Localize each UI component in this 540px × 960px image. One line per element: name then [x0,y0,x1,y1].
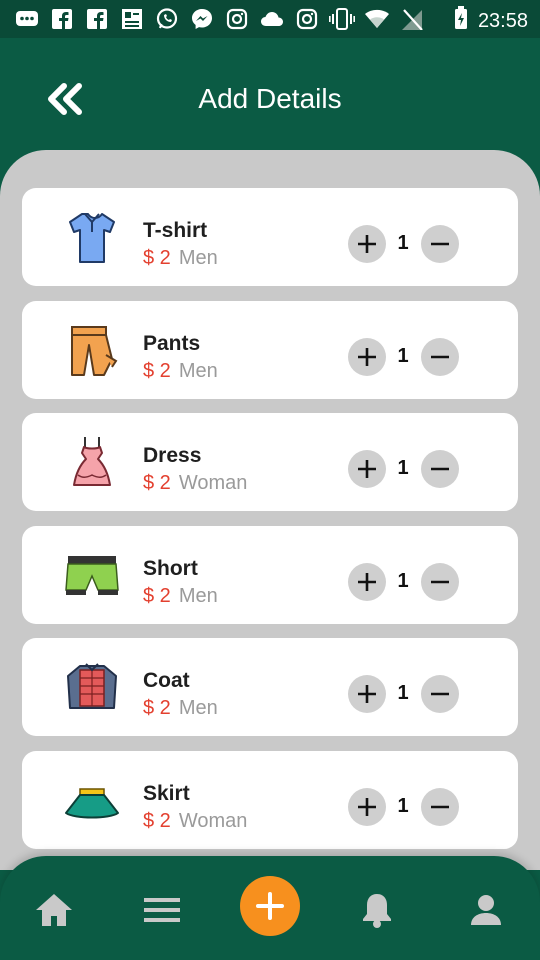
list-item: Skirt $ 2 Woman 1 [22,751,518,849]
item-gender: Woman [178,810,248,832]
plus-icon [358,798,376,816]
plus-icon [358,573,376,591]
increase-button[interactable] [348,563,386,601]
item-price: $ 2 [143,810,171,832]
quantity-value: 1 [397,232,409,254]
facebook-icon [84,7,110,31]
item-name: Dress [143,444,202,467]
item-name: Coat [143,669,190,692]
home-icon [36,894,72,926]
decrease-button[interactable] [421,450,459,488]
status-time: 23:58 [477,9,528,32]
increase-button[interactable] [348,225,386,263]
list-item: Pants $ 2 Men 1 [22,301,518,399]
nav-notifications[interactable] [357,890,397,930]
item-price: $ 2 [143,472,171,494]
decrease-button[interactable] [421,225,459,263]
item-meta: $ 2 Men [143,585,218,608]
pants-icon [62,323,122,379]
minus-icon [431,242,449,246]
item-name: Skirt [143,782,190,805]
profile-icon [471,895,501,925]
plus-icon [358,235,376,253]
decrease-button[interactable] [421,338,459,376]
plus-icon [358,348,376,366]
item-meta: $ 2 Woman [143,472,247,495]
minus-icon [431,580,449,584]
battery-icon [454,6,468,36]
item-price: $ 2 [143,247,171,269]
minus-icon [431,692,449,696]
notification-icons [14,7,425,31]
item-list-panel: T-shirt $ 2 Men 1 Pants $ 2 Men 1 Dress [0,150,540,870]
item-gender: Men [178,697,218,719]
status-bar: 23:58 [0,0,540,38]
news-icon [119,7,145,31]
item-gender: Men [178,360,218,382]
nav-menu[interactable] [142,890,182,930]
header: Add Details [0,38,540,150]
list-item: Dress $ 2 Woman 1 [22,413,518,511]
minus-icon [431,467,449,471]
add-button[interactable] [240,876,300,936]
item-meta: $ 2 Woman [143,810,247,833]
increase-button[interactable] [348,788,386,826]
quantity-value: 1 [397,795,409,817]
nav-profile[interactable] [466,890,506,930]
instagram-icon [294,7,320,31]
facebook-icon [49,7,75,31]
decrease-button[interactable] [421,675,459,713]
wifi-icon [364,7,390,31]
item-price: $ 2 [143,360,171,382]
cloud-icon [259,7,285,31]
item-name: Short [143,557,198,580]
quantity-value: 1 [397,682,409,704]
coat-icon [62,660,122,716]
skirt-icon [62,773,122,829]
message-icon [14,7,40,31]
minus-icon [431,805,449,809]
dress-icon [62,435,122,491]
item-meta: $ 2 Men [143,360,218,383]
increase-button[interactable] [348,450,386,488]
item-price: $ 2 [143,697,171,719]
item-price: $ 2 [143,585,171,607]
item-gender: Men [178,247,218,269]
decrease-button[interactable] [421,788,459,826]
item-gender: Men [178,585,218,607]
plus-icon [358,685,376,703]
whatsapp-icon [154,7,180,31]
add-icon [256,892,284,920]
item-gender: Woman [178,472,248,494]
list-item: Short $ 2 Men 1 [22,526,518,624]
item-name: Pants [143,332,201,355]
messenger-icon [189,7,215,31]
bell-icon [363,894,391,928]
increase-button[interactable] [348,338,386,376]
vibrate-icon [329,7,355,31]
item-name: T-shirt [143,219,208,242]
shorts-icon [62,548,122,604]
nav-home[interactable] [34,890,74,930]
list-item: T-shirt $ 2 Men 1 [22,188,518,286]
quantity-value: 1 [397,345,409,367]
page-title: Add Details [198,83,342,114]
plus-icon [358,460,376,478]
tshirt-icon [62,210,122,266]
item-meta: $ 2 Men [143,247,218,270]
quantity-value: 1 [397,570,409,592]
bottom-nav [0,856,540,960]
list-item: Coat $ 2 Men 1 [22,638,518,736]
menu-icon [144,898,180,922]
minus-icon [431,355,449,359]
instagram-icon [224,7,250,31]
quantity-value: 1 [397,457,409,479]
no-sim-icon [399,7,425,31]
item-meta: $ 2 Men [143,697,218,720]
increase-button[interactable] [348,675,386,713]
decrease-button[interactable] [421,563,459,601]
